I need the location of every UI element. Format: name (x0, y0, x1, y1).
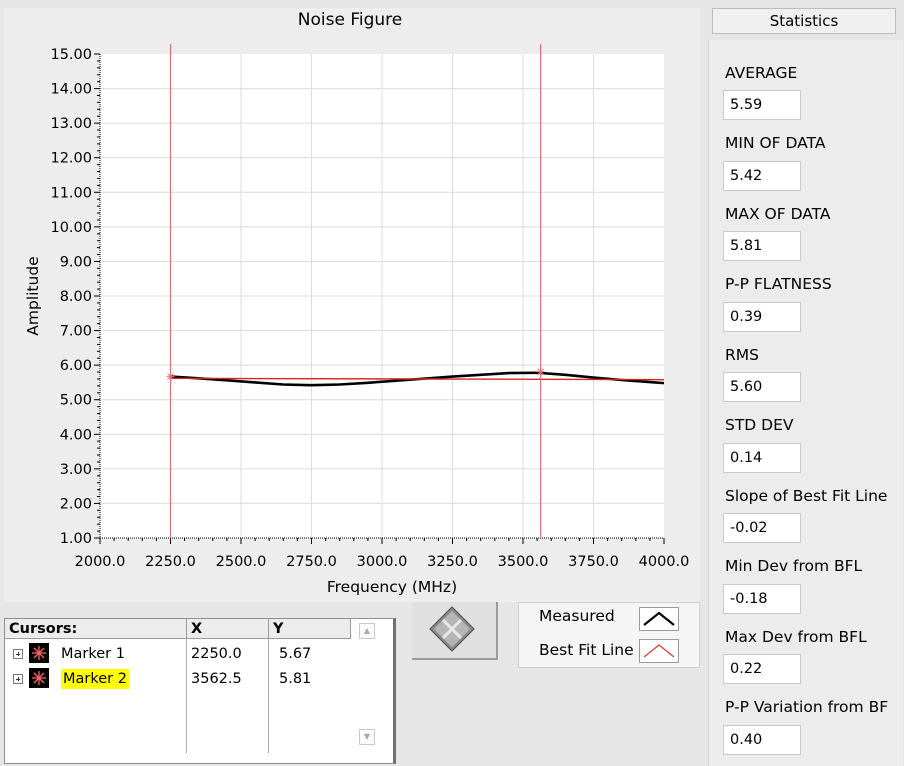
column-divider (268, 639, 269, 753)
cursor-table[interactable]: Cursors: X Y Marker 1 2250.0 5.67 Marker… (4, 618, 396, 764)
statistics-header: Statistics (712, 8, 896, 34)
y-tick-label: 12.00 (50, 151, 92, 167)
y-tick-label: 2.00 (60, 496, 92, 512)
stat-max-dev-label: Max Dev from BFL (725, 628, 867, 646)
stat-max-value: 5.81 (723, 231, 801, 261)
best-fit-line-icon[interactable] (639, 639, 679, 663)
measured-line-icon[interactable] (639, 607, 679, 631)
x-tick-label: 2250.0 (145, 554, 196, 570)
x-tick-label: 4000.0 (639, 554, 690, 570)
stat-pp-flatness-label: P-P FLATNESS (725, 275, 832, 293)
stat-min-label: MIN OF DATA (725, 134, 826, 152)
expand-icon[interactable] (13, 649, 23, 659)
y-tick-label: 3.00 (60, 462, 92, 478)
expand-icon[interactable] (13, 674, 23, 684)
y-axis-label: Amplitude (24, 256, 42, 335)
marker-1-icon (29, 643, 49, 663)
cursor-2-marker[interactable] (536, 367, 545, 376)
y-column-header: Y (269, 619, 351, 639)
scroll-up-button[interactable]: ▲ (359, 623, 375, 639)
x-tick-label: 2750.0 (286, 554, 337, 570)
column-divider (186, 639, 187, 753)
x-axis-label: Frequency (MHz) (327, 578, 457, 596)
marker-2-name: Marker 2 (61, 669, 129, 689)
noise-figure-chart[interactable]: 2000.0 2250.0 2500.0 2750.0 3000.0 3250.0 3500… (0, 0, 700, 602)
x-tick-label: 3000.0 (357, 554, 408, 570)
y-tick-label: 5.00 (60, 393, 92, 409)
y-tick-label: 1.00 (60, 531, 92, 547)
marker-1-y[interactable]: 5.67 (279, 644, 311, 664)
stat-slope-value: -0.02 (723, 513, 801, 543)
stat-min-dev-value: -0.18 (723, 584, 801, 614)
stat-average-label: AVERAGE (725, 64, 798, 82)
x-tick-label: 2000.0 (75, 554, 126, 570)
stat-min-value: 5.42 (723, 161, 801, 191)
stat-std-dev-value: 0.14 (723, 443, 801, 473)
x-tick-label: 3250.0 (427, 554, 478, 570)
stat-std-dev-label: STD DEV (725, 416, 794, 434)
cursor-1-marker[interactable] (166, 372, 175, 381)
legend-measured-label: Measured (539, 607, 615, 625)
marker-2-y[interactable]: 5.81 (279, 669, 311, 689)
y-tick-label: 11.00 (50, 185, 92, 201)
x-tick-label: 3750.0 (568, 554, 619, 570)
y-tick-label: 8.00 (60, 289, 92, 305)
stat-pp-variation-label: P-P Variation from BF (725, 698, 889, 716)
x-column-header: X (187, 619, 269, 639)
y-tick-label: 13.00 (50, 116, 92, 132)
stat-pp-flatness-value: 0.39 (723, 302, 801, 332)
cursors-header: Cursors: (5, 619, 187, 639)
cursor-move-icon[interactable] (412, 602, 496, 658)
stat-rms-value: 5.60 (723, 372, 801, 402)
y-tick-label: 4.00 (60, 427, 92, 443)
plot-legend[interactable]: Measured Best Fit Line (518, 602, 700, 668)
y-tick-label: 9.00 (60, 254, 92, 270)
y-tick-label: 6.00 (60, 358, 92, 374)
x-tick-label: 2500.0 (216, 554, 267, 570)
y-tick-label: 15.00 (50, 47, 92, 63)
y-tick-label: 10.00 (50, 220, 92, 236)
stat-min-dev-label: Min Dev from BFL (725, 557, 863, 575)
y-tick-label: 14.00 (50, 82, 92, 98)
stat-rms-label: RMS (725, 346, 759, 364)
y-tick-label: 7.00 (60, 324, 92, 340)
cursor-movement-pad[interactable] (412, 602, 498, 660)
stat-max-dev-value: 0.22 (723, 654, 801, 684)
stat-average-value: 5.59 (723, 90, 801, 120)
stat-max-label: MAX OF DATA (725, 205, 831, 223)
stat-pp-variation-value: 0.40 (723, 725, 801, 755)
x-tick-label: 3500.0 (498, 554, 549, 570)
stat-slope-label: Slope of Best Fit Line (725, 487, 888, 505)
marker-2-x[interactable]: 3562.5 (191, 669, 242, 689)
legend-bestfit-label: Best Fit Line (539, 641, 634, 659)
marker-1-name: Marker 1 (61, 646, 125, 662)
scroll-down-button[interactable]: ▼ (359, 729, 375, 745)
statistics-panel: AVERAGE 5.59 MIN OF DATA 5.42 MAX OF DAT… (708, 40, 903, 766)
marker-1-x[interactable]: 2250.0 (191, 644, 242, 664)
marker-2-icon (29, 668, 49, 688)
